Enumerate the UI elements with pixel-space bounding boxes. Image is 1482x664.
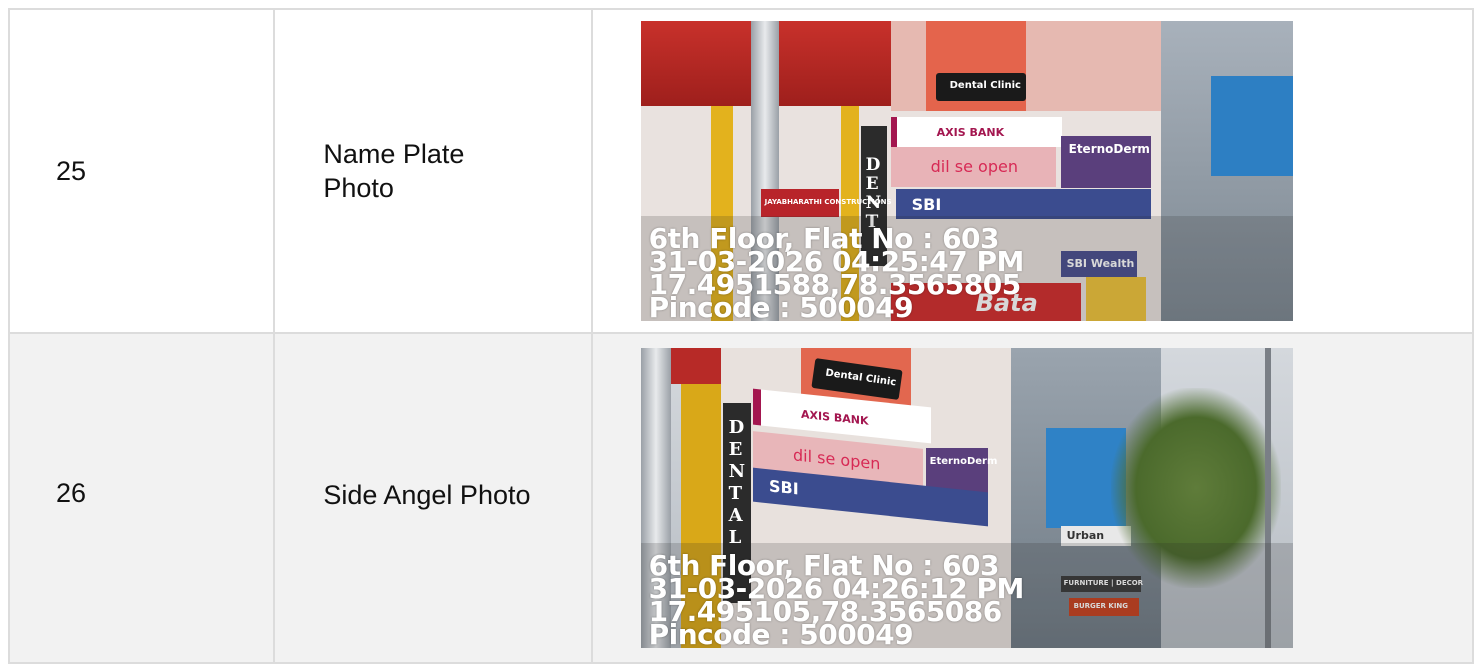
row-label: Name Plate Photo (273, 8, 593, 334)
axis-bank-sign: AXIS BANK (890, 117, 1062, 147)
eternoderm-sign: EternoDerm (1060, 136, 1151, 188)
photo-stamp: 6th Floor, Flat No : 603 31-03-2026 04:2… (648, 222, 1025, 322)
side-angle-photo: Dental Clinic AXIS BANK dil se open Eter… (640, 348, 1293, 649)
row-label-line: Photo (323, 173, 394, 203)
sbi-sign: SBI (895, 189, 1151, 219)
photo-cell: Dental Clinic AXIS BANK dil se open Eter… (590, 8, 1475, 334)
table-row: 25 Name Plate Photo Dental Clinic AXIS B… (7, 8, 1475, 334)
dental-clinic-sign: Dental Clinic (935, 73, 1026, 101)
row-number: 25 (7, 8, 276, 334)
photo-cell: Dental Clinic AXIS BANK dil se open Eter… (590, 332, 1475, 664)
photo-stamp: 6th Floor, Flat No : 603 31-03-2026 04:2… (648, 549, 1025, 649)
row-label-line: Name Plate (323, 139, 465, 169)
table-row: 26 Side Angel Photo Dental Clinic AXIS B… (7, 332, 1475, 664)
row-number: 26 (7, 332, 276, 664)
report-table: 25 Name Plate Photo Dental Clinic AXIS B… (7, 8, 1475, 664)
row-label: Side Angel Photo (273, 332, 593, 664)
name-plate-photo: Dental Clinic AXIS BANK dil se open Eter… (640, 21, 1293, 322)
